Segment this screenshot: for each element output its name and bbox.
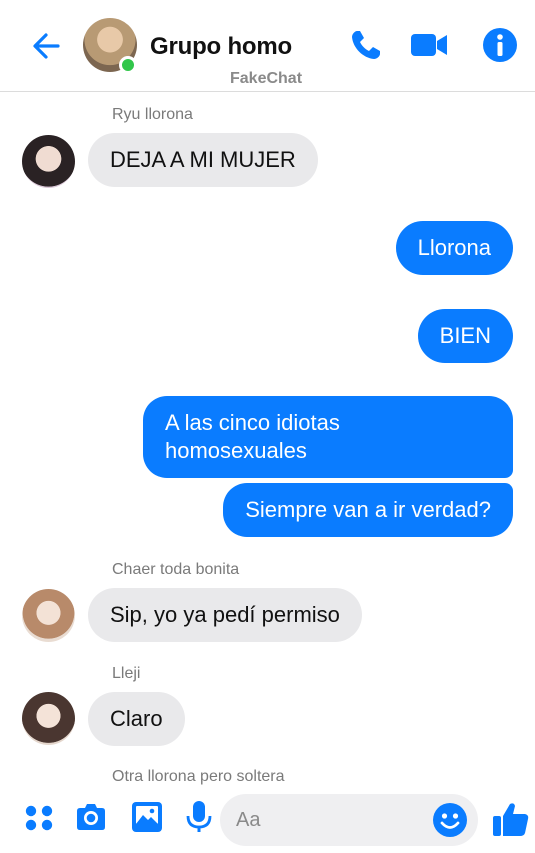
watermark-label: FakeChat bbox=[230, 70, 303, 87]
online-status-dot bbox=[119, 56, 137, 74]
sender-name: Chaer toda bonita bbox=[112, 561, 240, 578]
video-camera-icon[interactable] bbox=[410, 26, 448, 64]
message-input-placeholder: Aa bbox=[236, 809, 261, 831]
emoji-icon[interactable] bbox=[432, 802, 468, 838]
image-icon[interactable] bbox=[130, 800, 164, 834]
sender-name: Lleji bbox=[112, 665, 141, 682]
back-arrow-icon[interactable] bbox=[28, 28, 64, 64]
info-icon[interactable] bbox=[481, 26, 519, 64]
message-bubble[interactable]: Siempre van a ir verdad? bbox=[223, 483, 513, 537]
message-bubble[interactable]: BIEN bbox=[417, 309, 513, 363]
apps-grid-icon[interactable] bbox=[22, 800, 56, 834]
sender-avatar[interactable] bbox=[22, 692, 75, 745]
microphone-icon[interactable] bbox=[182, 800, 216, 834]
message-bubble[interactable]: Sip, yo ya pedí permiso bbox=[88, 588, 362, 642]
phone-icon[interactable] bbox=[347, 26, 385, 64]
message-text-line: A las cinco idiotas bbox=[165, 410, 340, 435]
camera-icon[interactable] bbox=[74, 800, 108, 834]
chat-header: Grupo homo FakeChat bbox=[0, 0, 535, 92]
sender-name: Ryu llorona bbox=[112, 106, 193, 123]
message-bubble[interactable]: DEJA A MI MUJER bbox=[88, 133, 318, 187]
sender-avatar[interactable] bbox=[22, 135, 75, 188]
chat-title[interactable]: Grupo homo bbox=[150, 33, 292, 61]
message-bubble[interactable]: Claro bbox=[88, 692, 185, 746]
sender-avatar[interactable] bbox=[22, 589, 75, 642]
thumbs-up-icon[interactable] bbox=[492, 800, 530, 838]
sender-name: Otra llorona pero soltera bbox=[112, 768, 285, 785]
message-bubble[interactable]: Llorona bbox=[395, 221, 513, 275]
message-bubble[interactable]: A las cinco idiotas homosexuales bbox=[143, 396, 513, 478]
message-text-line: homosexuales bbox=[165, 438, 307, 463]
